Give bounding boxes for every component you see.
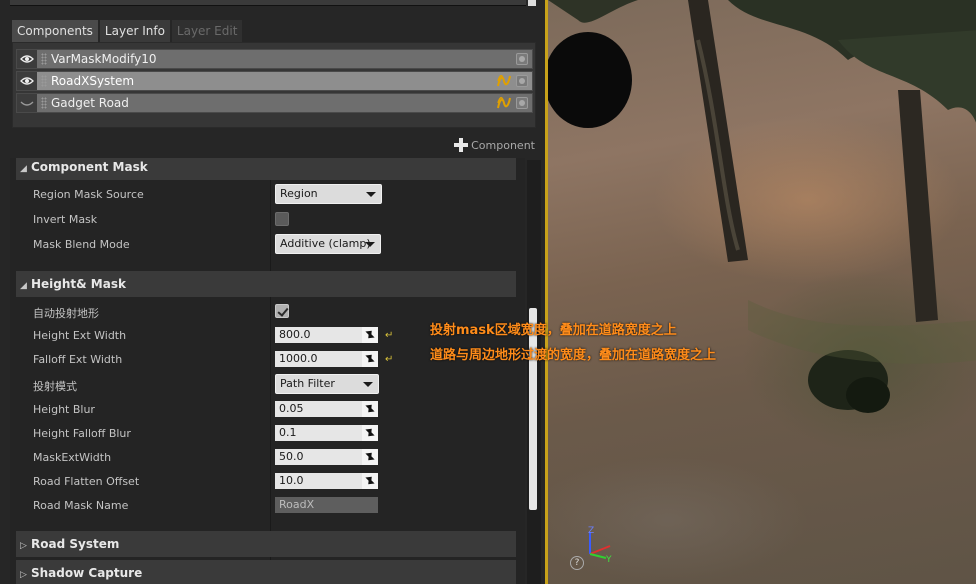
gizmo-y-label: Y xyxy=(605,555,612,565)
eye-closed-icon[interactable] xyxy=(17,94,37,112)
input-value: 1000.0 xyxy=(279,352,318,365)
layer-name: RoadXSystem xyxy=(51,74,135,88)
expand-arrow-icon: ◢ xyxy=(20,281,27,291)
spin-arrows-icon[interactable] xyxy=(362,327,378,343)
reset-arrow-icon[interactable]: ↵ xyxy=(385,355,395,365)
gizmo-z-label: Z xyxy=(588,526,594,536)
category-title: Shadow Capture xyxy=(31,566,143,580)
layer-row-roadxsystem[interactable]: RoadXSystem xyxy=(16,71,533,91)
category-title: Component Mask xyxy=(31,160,148,174)
annotation-text: 投射mask区域宽度，叠加在道路宽度之上 道路与周边地形过渡的宽度，叠加在道路宽… xyxy=(430,318,716,368)
prop-label: 投射模式 xyxy=(33,380,77,393)
height-ext-width-input[interactable]: 800.0 xyxy=(275,327,378,343)
prop-label: Height Blur xyxy=(33,403,95,416)
plus-icon xyxy=(454,138,469,152)
spin-arrows-icon[interactable] xyxy=(362,473,378,489)
prop-label: MaskExtWidth xyxy=(33,451,112,464)
tab-bar: Components Layer Info Layer Edit xyxy=(12,20,244,42)
layer-row-varmaskmodify10[interactable]: VarMaskModify10 xyxy=(16,49,533,69)
input-value: 0.1 xyxy=(279,426,297,439)
prop-label: Mask Blend Mode xyxy=(33,238,130,251)
dropdown-value: Path Filter xyxy=(280,377,335,390)
road-icon xyxy=(497,97,511,109)
help-icon[interactable]: ? xyxy=(570,556,584,570)
road-icon xyxy=(497,75,511,87)
category-title: Height& Mask xyxy=(31,277,126,291)
input-value: 800.0 xyxy=(279,328,311,341)
tab-layer-info[interactable]: Layer Info xyxy=(99,20,170,42)
details-panel: ◢ Component Mask Region Mask Source Regio… xyxy=(10,158,525,584)
expand-arrow-icon: ▷ xyxy=(20,541,27,551)
layer-row-gadget-road[interactable]: Gadget Road xyxy=(16,93,533,113)
category-component-mask[interactable]: ◢ Component Mask xyxy=(16,158,516,180)
layer-enable-toggle[interactable] xyxy=(516,97,528,109)
category-shadow-capture[interactable]: ▷ Shadow Capture xyxy=(16,560,516,584)
chevron-down-icon xyxy=(363,382,373,387)
auto-project-terrain-checkbox[interactable] xyxy=(275,304,289,318)
drag-handle-icon[interactable] xyxy=(41,97,47,109)
annotation-line-1: 投射mask区域宽度，叠加在道路宽度之上 xyxy=(430,323,677,338)
drag-handle-icon[interactable] xyxy=(41,53,47,65)
input-value: 50.0 xyxy=(279,450,304,463)
eye-icon[interactable] xyxy=(17,72,37,90)
eye-icon[interactable] xyxy=(17,50,37,68)
mask-blend-mode-dropdown[interactable]: Additive (clamp) xyxy=(275,234,381,254)
height-blur-input[interactable]: 0.05 xyxy=(275,401,378,417)
top-scroll-thumb[interactable] xyxy=(528,0,536,6)
prop-label: Road Mask Name xyxy=(33,499,129,512)
spin-arrows-icon[interactable] xyxy=(362,351,378,367)
terrain-scene xyxy=(548,0,976,413)
expand-arrow-icon: ▷ xyxy=(20,570,27,580)
add-component-label: Component xyxy=(471,138,535,152)
layer-name: VarMaskModify10 xyxy=(51,52,157,66)
category-height-mask[interactable]: ◢ Height& Mask xyxy=(16,271,516,297)
height-falloff-blur-input[interactable]: 0.1 xyxy=(275,425,378,441)
spin-arrows-icon[interactable] xyxy=(362,425,378,441)
layer-list: VarMaskModify10 RoadXSystem Gadget Road xyxy=(12,42,536,128)
3d-viewport[interactable] xyxy=(545,0,976,584)
drag-handle-icon[interactable] xyxy=(41,75,47,87)
prop-label: 自动投射地形 xyxy=(33,307,99,320)
prop-label: Height Ext Width xyxy=(33,329,127,342)
prop-label: Height Falloff Blur xyxy=(33,427,131,440)
expand-arrow-icon: ◢ xyxy=(20,164,27,174)
dropdown-value: Additive (clamp) xyxy=(280,237,371,250)
layer-enable-toggle[interactable] xyxy=(516,53,528,65)
road-flatten-offset-input[interactable]: 10.0 xyxy=(275,473,378,489)
details-scrollbar[interactable] xyxy=(527,160,541,584)
category-title: Road System xyxy=(31,537,120,551)
tab-components[interactable]: Components xyxy=(12,20,98,42)
layer-enable-toggle[interactable] xyxy=(516,75,528,87)
chevron-down-icon xyxy=(366,192,376,197)
column-divider[interactable] xyxy=(270,158,271,584)
prop-label: Falloff Ext Width xyxy=(33,353,123,366)
input-value: 10.0 xyxy=(279,474,304,487)
annotation-line-2: 道路与周边地形过渡的宽度，叠加在道路宽度之上 xyxy=(430,348,717,363)
tab-layer-edit: Layer Edit xyxy=(171,20,243,42)
layer-name: Gadget Road xyxy=(51,96,129,110)
dropdown-value: Region xyxy=(280,187,318,200)
chevron-down-icon xyxy=(365,242,375,247)
reset-arrow-icon[interactable]: ↵ xyxy=(385,331,395,341)
prop-label: Road Flatten Offset xyxy=(33,475,140,488)
falloff-ext-width-input[interactable]: 1000.0 xyxy=(275,351,378,367)
prop-label: Region Mask Source xyxy=(33,188,144,201)
region-mask-source-dropdown[interactable]: Region xyxy=(275,184,382,204)
axis-gizmo-icon: Z Y xyxy=(588,526,612,565)
input-value: 0.05 xyxy=(279,402,304,415)
add-component-button[interactable]: Component xyxy=(454,138,535,152)
invert-mask-checkbox[interactable] xyxy=(275,212,289,226)
road-mask-name-field[interactable]: RoadX xyxy=(275,497,378,513)
projection-mode-dropdown[interactable]: Path Filter xyxy=(275,374,379,394)
mask-ext-width-input[interactable]: 50.0 xyxy=(275,449,378,465)
editor-panel: Components Layer Info Layer Edit VarMask… xyxy=(0,0,545,584)
spin-arrows-icon[interactable] xyxy=(362,401,378,417)
top-strip xyxy=(10,0,526,6)
category-road-system[interactable]: ▷ Road System xyxy=(16,531,516,557)
spin-arrows-icon[interactable] xyxy=(362,449,378,465)
prop-label: Invert Mask xyxy=(33,213,98,226)
